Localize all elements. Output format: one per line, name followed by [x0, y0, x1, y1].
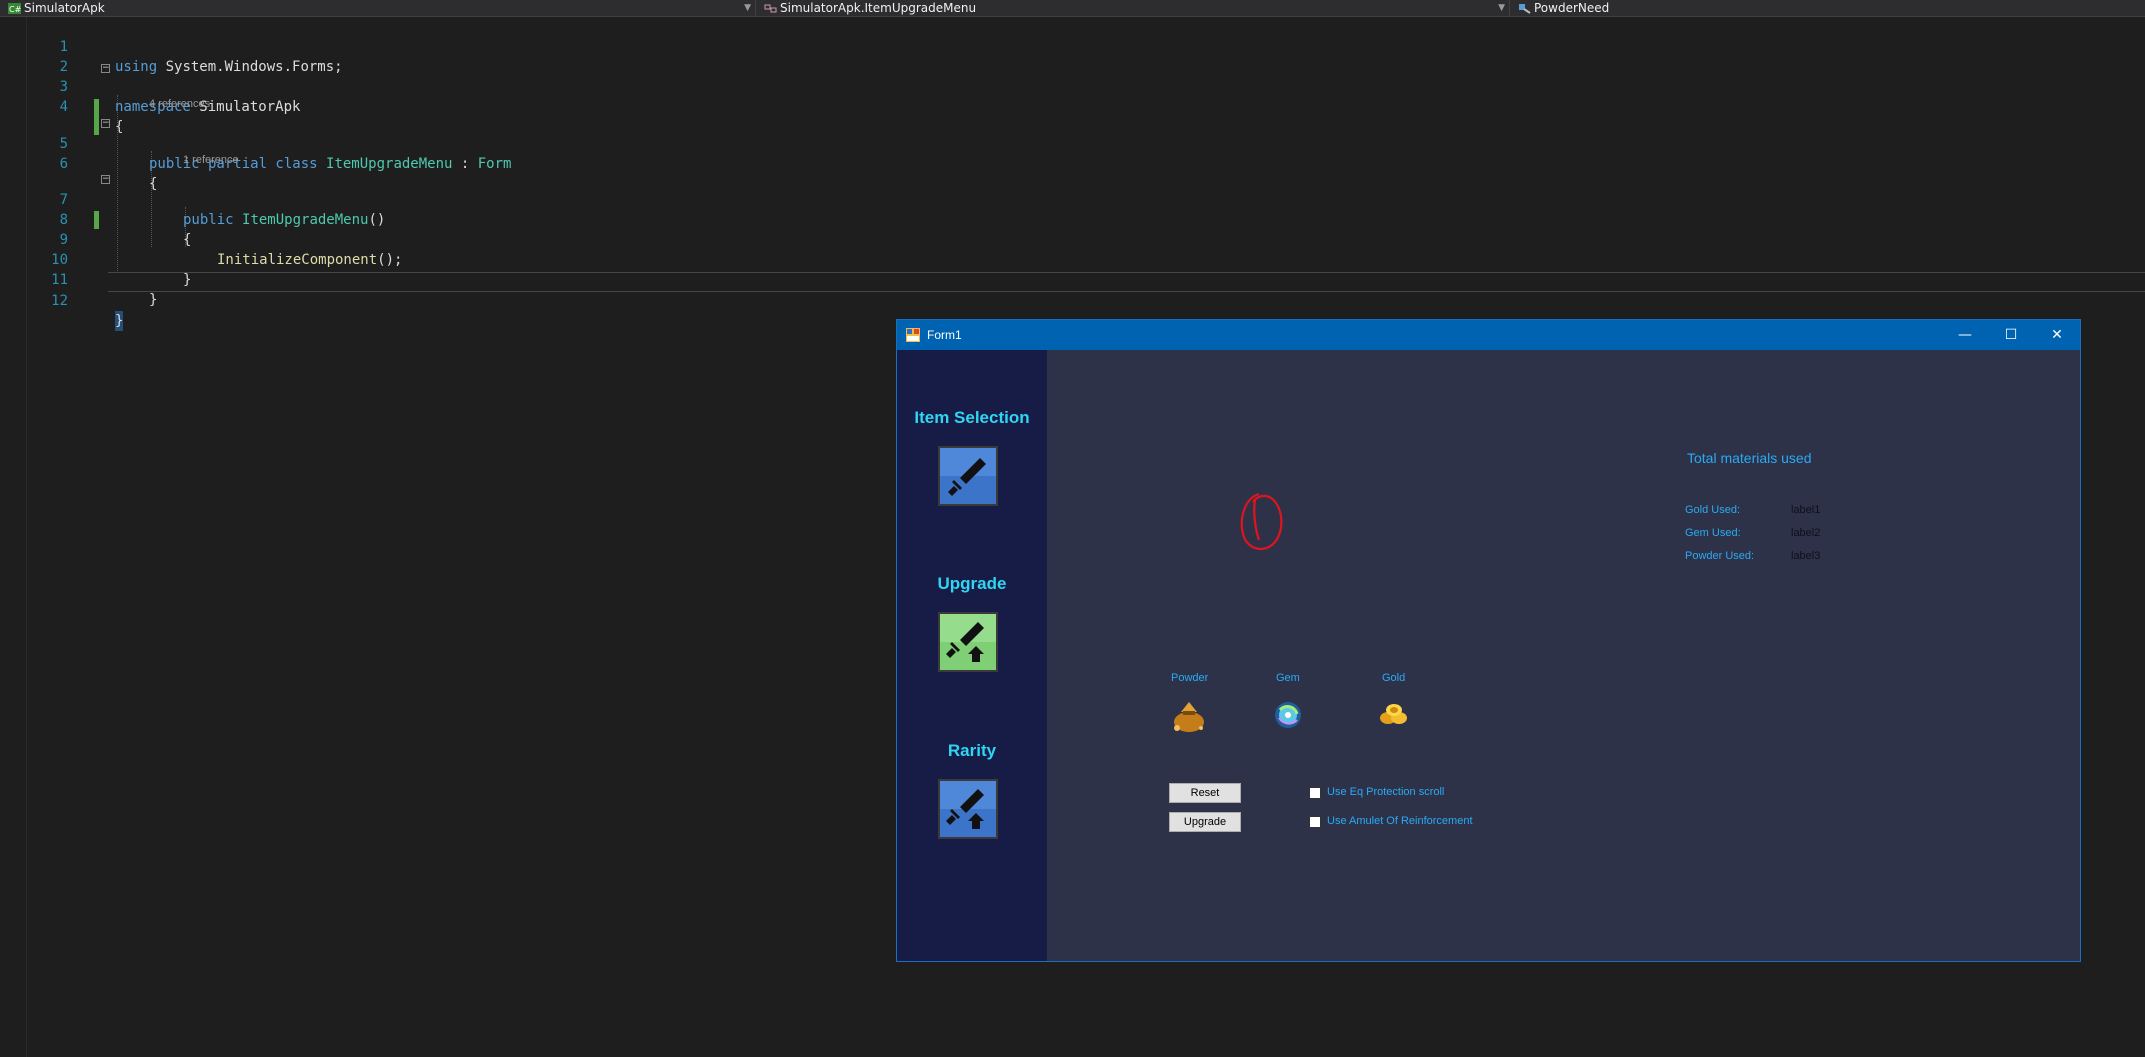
amulet-label[interactable]: Use Amulet Of Reinforcement	[1327, 815, 1473, 827]
member-name: PowderNeed	[1534, 1, 1610, 15]
total-materials-title: Total materials used	[1687, 450, 1812, 466]
code-line: 9 InitializeComponent();	[0, 210, 2145, 268]
code-line: 2	[0, 37, 2145, 75]
line-number: 12	[51, 293, 68, 309]
gem-label: Gem	[1276, 672, 1300, 684]
item-selection-button[interactable]	[938, 446, 998, 506]
powder-used-label: Powder Used:	[1685, 550, 1755, 562]
item-selection-label: Item Selection	[914, 408, 1030, 427]
code-line: 10 }	[0, 230, 2145, 288]
amulet-checkbox[interactable]	[1309, 816, 1321, 828]
form-app-icon	[906, 328, 920, 342]
close-button[interactable]: ✕	[2034, 320, 2080, 350]
svg-text:C#: C#	[9, 5, 21, 14]
references-codelens[interactable]: 1 reference	[183, 154, 239, 166]
code-line: 8 {	[0, 190, 2145, 248]
project-name: SimulatorApk	[24, 1, 105, 15]
gem-used-label: Gem Used:	[1685, 527, 1741, 539]
window-title: Form1	[927, 328, 962, 342]
member-dropdown[interactable]: PowderNeed	[1510, 0, 2145, 16]
chevron-down-icon: ▼	[1498, 3, 1505, 13]
protection-scroll-label[interactable]: Use Eq Protection scroll	[1327, 786, 1444, 798]
code-line: 12 }	[0, 271, 2145, 331]
reset-button[interactable]: Reset	[1169, 783, 1241, 803]
powder-label: Powder	[1171, 672, 1209, 684]
sword-upgrade-icon	[940, 781, 996, 829]
upgrade-nav-button[interactable]	[938, 612, 998, 672]
project-dropdown[interactable]: C# SimulatorApk ▼	[0, 0, 755, 16]
rarity-label: Rarity	[947, 741, 997, 760]
gold-used-value: label1	[1791, 504, 1821, 516]
class-dropdown[interactable]: SimulatorApk.ItemUpgradeMenu ▼	[756, 0, 1509, 16]
protection-scroll-checkbox[interactable]	[1309, 787, 1321, 799]
minimize-button[interactable]: —	[1942, 320, 1988, 350]
gold-used-label: Gold Used:	[1685, 504, 1741, 516]
rarity-button[interactable]	[938, 779, 998, 839]
code-line: 11 }	[0, 250, 2145, 308]
upgrade-button[interactable]: Upgrade	[1169, 812, 1241, 832]
powder-bag-icon	[1174, 702, 1204, 732]
code-line: 3 namespace SimulatorApk	[0, 57, 2145, 115]
chevron-down-icon: ▼	[744, 3, 751, 13]
maximize-button[interactable]: ☐	[1988, 320, 2034, 350]
gold-coins-icon	[1380, 704, 1407, 724]
references-codelens[interactable]: 4 references	[149, 98, 210, 110]
property-icon	[1519, 3, 1531, 14]
window-titlebar[interactable]: Form1 — ☐ ✕	[897, 320, 2080, 350]
powder-used-value: label3	[1791, 550, 1821, 562]
sidebar-panel: Item Selection Upgrade Rarity	[897, 350, 1047, 961]
ide-navigation-bar: C# SimulatorApk ▼ SimulatorApk.ItemUpgra…	[0, 0, 2145, 17]
gem-used-value: label2	[1791, 527, 1821, 539]
code-line: 7 public ItemUpgradeMenu()	[0, 170, 2145, 228]
code-line: 5 public partial class ItemUpgradeMenu :…	[0, 114, 2145, 172]
code-line: 6 {	[0, 134, 2145, 192]
sword-upgrade-icon	[940, 614, 996, 662]
code-line: 1 using System.Windows.Forms;	[0, 17, 2145, 75]
sword-icon	[940, 448, 996, 496]
form1-window[interactable]: Form1 — ☐ ✕ Item Selection Upgrade Rarit…	[896, 319, 2081, 962]
gem-orb-icon	[1275, 702, 1301, 728]
gold-label: Gold	[1382, 672, 1406, 684]
csharp-project-icon: C#	[8, 2, 21, 14]
class-name: SimulatorApk.ItemUpgradeMenu	[780, 1, 977, 15]
code-line: 4 {	[0, 77, 2145, 135]
class-icon	[764, 4, 777, 12]
red-circle-annotation	[1240, 492, 1283, 551]
upgrade-label: Upgrade	[937, 574, 1007, 593]
